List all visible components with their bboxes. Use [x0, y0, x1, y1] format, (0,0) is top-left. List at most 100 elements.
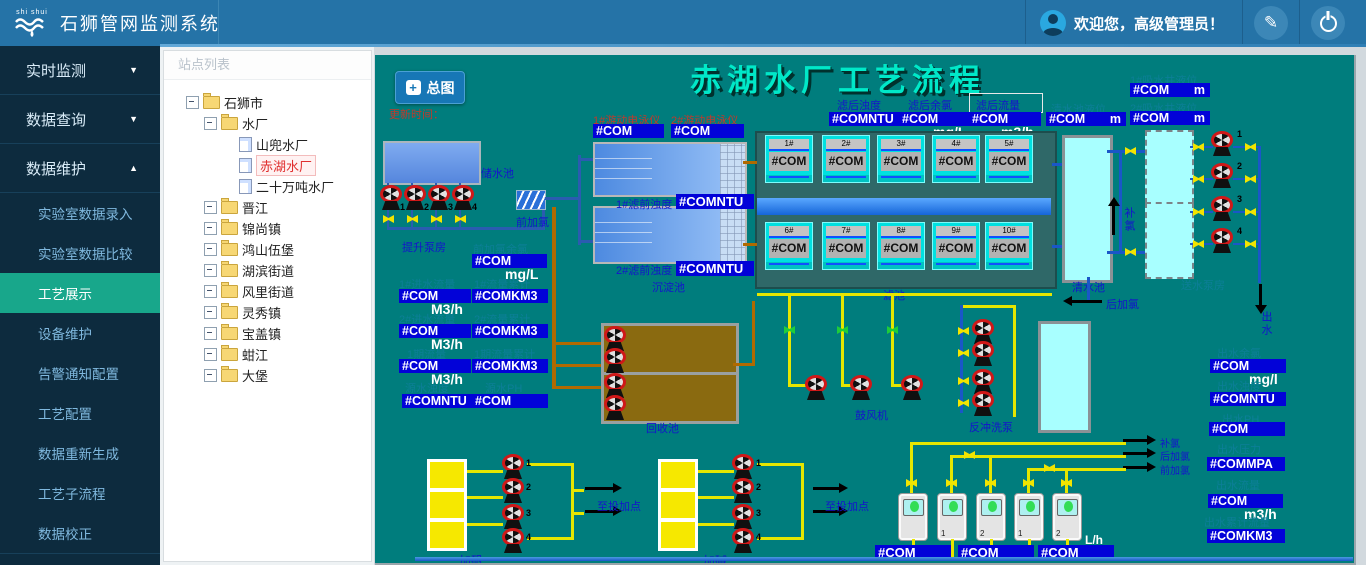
pump-number: 2 [1237, 161, 1242, 171]
pump-number: 2 [424, 202, 429, 212]
sidebar-sub-subprocess[interactable]: 工艺子流程 [0, 473, 160, 513]
pipe [757, 463, 803, 466]
sidebar-sub-process-config[interactable]: 工艺配置 [0, 393, 160, 433]
logo-block: shi shui 石狮管网监测系统 [0, 0, 219, 46]
tree-label-selected: 赤湖水厂 [256, 155, 316, 176]
filter-id: 4# [936, 139, 976, 151]
pump-icon [428, 185, 450, 210]
chlorinator-device: 2 [976, 493, 1006, 541]
delivery-pump-icon [1211, 163, 1233, 188]
folder-icon [221, 222, 238, 235]
collapse-icon[interactable] [204, 117, 217, 130]
tree-node-town[interactable]: 湖滨街道 [204, 260, 371, 281]
tree-label: 水厂 [242, 114, 268, 133]
chlorinator-device: 1 [1014, 493, 1044, 541]
tree-node-town[interactable]: 鸿山伍堡 [204, 239, 371, 260]
tree-label: 大堡 [242, 366, 268, 385]
tree-node-city[interactable]: 石狮市 [186, 92, 371, 113]
sidebar-sub-lab-entry[interactable]: 实验室数据录入 [0, 193, 160, 233]
tree-node-town[interactable]: 蚶江 [204, 344, 371, 365]
edit-button[interactable]: ✎ [1254, 6, 1288, 40]
value-text: #COM [475, 394, 511, 408]
logo-caption: shi shui [16, 9, 48, 16]
value-text: #COMKM3 [1210, 529, 1273, 543]
sidebar-item-realtime[interactable]: 实时监测 ▼ [0, 46, 160, 95]
collapse-icon[interactable] [204, 327, 217, 340]
pipe [467, 496, 503, 499]
sidebar-sub-data-regen[interactable]: 数据重新生成 [0, 433, 160, 473]
collapse-icon[interactable] [186, 96, 199, 109]
collapse-icon[interactable] [204, 243, 217, 256]
collapse-icon[interactable] [204, 306, 217, 319]
overview-button-label: 总图 [427, 78, 455, 98]
sidebar-sub-label: 实验室数据比较 [38, 243, 133, 263]
tree-node-plant-chihu[interactable]: 赤湖水厂 [239, 155, 371, 176]
tree-label: 鸿山伍堡 [242, 240, 294, 259]
filter-id: 9# [936, 226, 976, 238]
collapse-icon[interactable] [204, 348, 217, 361]
value-text: #COMNTU [679, 261, 743, 276]
header-divider [1299, 0, 1300, 46]
valve-icon [1245, 240, 1256, 248]
sidebar-sub-label: 实验室数据录入 [38, 203, 133, 223]
device-number: 2 [1056, 529, 1060, 538]
sidebar-sub-alarm-config[interactable]: 告警通知配置 [0, 353, 160, 393]
tree-node-plant-200k[interactable]: 二十万吨水厂 [239, 176, 371, 197]
storage-tank [383, 141, 481, 185]
sidebar-sub-data-correction[interactable]: 数据校正 [0, 513, 160, 553]
device-number: 1 [941, 529, 945, 538]
chevron-down-icon: ▼ [129, 65, 138, 75]
overview-button[interactable]: + 总图 [395, 71, 465, 104]
pipe [963, 305, 1015, 308]
suction-well-1 [1145, 130, 1194, 204]
sidebar-sub-process-display[interactable]: 工艺展示 [0, 273, 160, 313]
unit-m: m [1194, 83, 1205, 97]
collapse-icon[interactable] [204, 201, 217, 214]
sidebar-item-dataquery[interactable]: 数据查询 ▼ [0, 95, 160, 144]
filter-value: #COM [989, 239, 1029, 258]
value-text: #COM [674, 124, 710, 138]
collapse-icon[interactable] [204, 285, 217, 298]
sidebar-sub-lab-compare[interactable]: 实验室数据比较 [0, 233, 160, 273]
pipe [578, 240, 593, 243]
pipe [950, 455, 1126, 458]
tree-node-town[interactable]: 宝盖镇 [204, 323, 371, 344]
filtered-chlorine-label: 滤后余氯 [908, 97, 952, 113]
tree-node-town[interactable]: 晋江 [204, 197, 371, 218]
pipe [841, 295, 844, 387]
filter-id: 7# [826, 226, 866, 238]
collapse-icon[interactable] [204, 369, 217, 382]
sidebar-item-datamaint[interactable]: 数据维护 ▲ [0, 144, 160, 193]
collapse-icon[interactable] [204, 222, 217, 235]
pipe [910, 444, 913, 493]
pipe [1027, 468, 1126, 471]
filter-id: 3# [881, 139, 921, 151]
logout-button[interactable] [1311, 6, 1345, 40]
tree-node-town[interactable]: 锦尚镇 [204, 218, 371, 239]
valve-icon [958, 349, 969, 357]
tree-node-town[interactable]: 大堡 [204, 365, 371, 386]
storage-tank-label: 储水池 [481, 165, 514, 181]
delivery-pump-icon [1211, 131, 1233, 156]
station-tree-panel: 站点列表 石狮市 水厂 山兜水厂 赤湖水厂 二十万吨水厂 晋江 [160, 47, 374, 565]
filter-unit: 2##COM [822, 135, 870, 183]
tree-node-plant-shandou[interactable]: 山兜水厂 [239, 134, 371, 155]
app-title: 石狮管网监测系统 [60, 10, 220, 36]
raw-turbidity-value: #COMNTU [402, 394, 477, 408]
tree-node-town[interactable]: 风里街道 [204, 281, 371, 302]
tree-node-town[interactable]: 灵秀镇 [204, 302, 371, 323]
folder-icon [221, 327, 238, 340]
tree-node-plants-group[interactable]: 水厂 [204, 113, 371, 134]
unit-m: m [1110, 112, 1121, 126]
pipe [571, 463, 574, 540]
pipe [743, 243, 757, 246]
device-number: 2 [980, 529, 984, 538]
pipe [910, 442, 1126, 445]
sidebar-sub-device-maint[interactable]: 设备维护 [0, 313, 160, 353]
collapse-icon[interactable] [204, 264, 217, 277]
post-chlorine-label: 后加氯 [1106, 296, 1139, 312]
supp-chlorine-out-arrow [1123, 439, 1147, 442]
folder-icon [221, 264, 238, 277]
unit-m: m [1194, 111, 1205, 125]
pipe [1052, 163, 1062, 166]
